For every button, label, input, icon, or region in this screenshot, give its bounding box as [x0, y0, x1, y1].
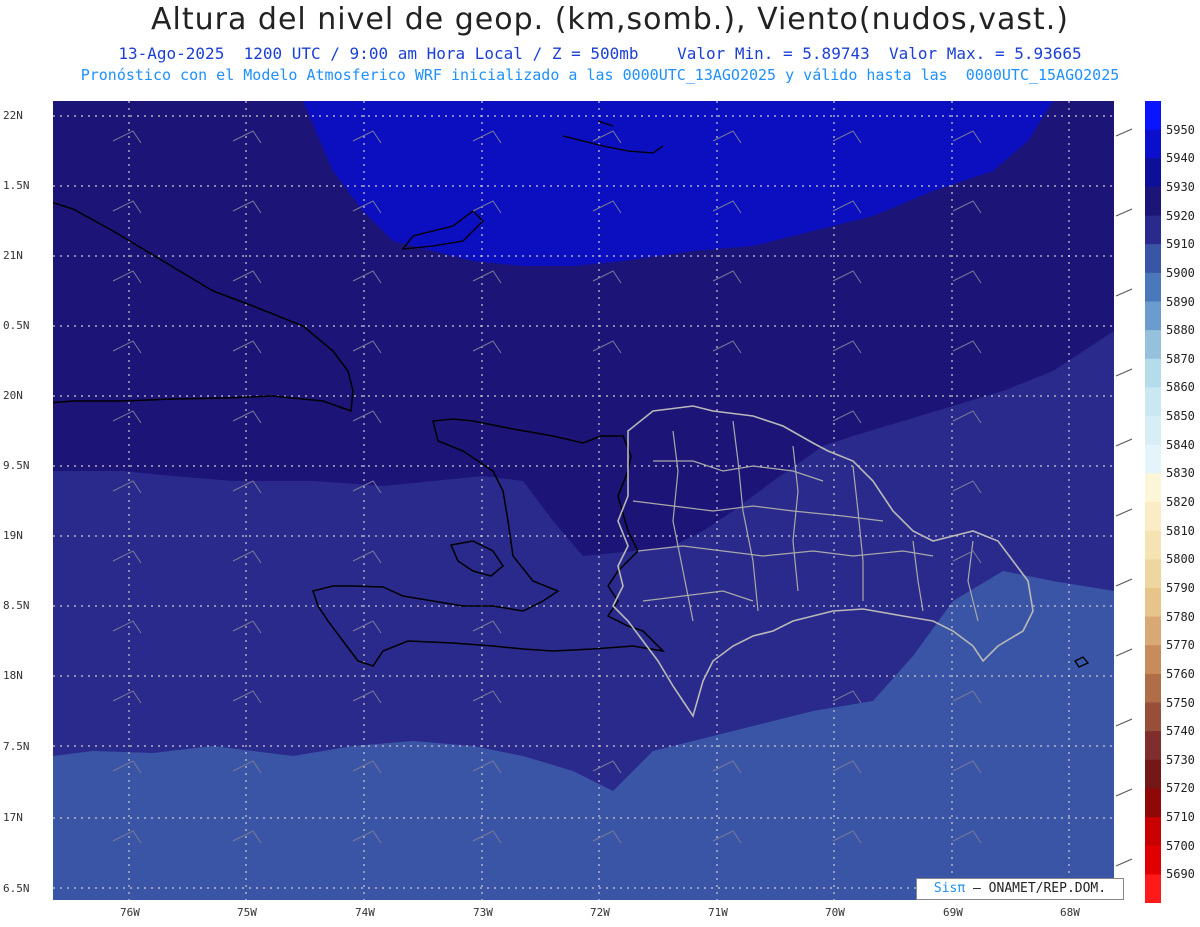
x-tick-label: 68W: [1060, 906, 1080, 919]
map-canvas: [53, 101, 1114, 900]
colorbar-swatch: [1145, 358, 1161, 388]
colorbar-swatch: [1145, 129, 1161, 159]
x-tick-label: 72W: [590, 906, 610, 919]
colorbar-swatch: [1145, 387, 1161, 417]
colorbar-level-label: 5810: [1166, 523, 1195, 538]
x-tick-label: 76W: [120, 906, 140, 919]
y-tick-label: 19N: [3, 529, 23, 542]
colorbar-swatch: [1145, 272, 1161, 302]
colorbar-level-label: 5710: [1166, 810, 1195, 825]
x-tick-label: 69W: [943, 906, 963, 919]
colorbar-level-label: 5870: [1166, 351, 1195, 366]
colorbar-level-label: 5700: [1166, 838, 1195, 853]
y-tick-label: 22N: [3, 109, 23, 122]
colorbar-swatch: [1145, 702, 1161, 732]
colorbar-level-label: 5730: [1166, 752, 1195, 767]
y-tick-label: 8.5N: [3, 599, 30, 612]
colorbar-level-label: 5750: [1166, 695, 1195, 710]
colorbar: [1145, 101, 1161, 903]
colorbar-swatch: [1145, 874, 1161, 903]
x-tick-label: 70W: [825, 906, 845, 919]
credit-text: – ONAMET/REP.DOM.: [973, 881, 1107, 896]
colorbar-swatch: [1145, 416, 1161, 446]
colorbar-swatch: [1145, 788, 1161, 818]
y-tick-label: 6.5N: [3, 882, 30, 895]
colorbar-swatch: [1145, 502, 1161, 532]
map-panel: [53, 101, 1114, 900]
colorbar-level-label: 5910: [1166, 237, 1195, 252]
colorbar-swatch: [1145, 845, 1161, 875]
y-tick-label: 1.5N: [3, 179, 30, 192]
x-tick-label: 74W: [355, 906, 375, 919]
colorbar-level-label: 5840: [1166, 437, 1195, 452]
colorbar-swatch: [1145, 444, 1161, 474]
y-tick-label: 21N: [3, 249, 23, 262]
colorbar-level-label: 5800: [1166, 552, 1195, 567]
y-tick-label: 20N: [3, 389, 23, 402]
colorbar-level-label: 5760: [1166, 666, 1195, 681]
y-tick-label: 7.5N: [3, 740, 30, 753]
colorbar-swatch: [1145, 673, 1161, 703]
colorbar-swatch: [1145, 759, 1161, 789]
map-subtitle-model: Pronóstico con el Modelo Atmosferico WRF…: [80, 66, 1120, 84]
colorbar-level-label: 5740: [1166, 724, 1195, 739]
colorbar-swatch: [1145, 530, 1161, 560]
colorbar-swatch: [1145, 330, 1161, 360]
colorbar-level-label: 5860: [1166, 380, 1195, 395]
colorbar-level-label: 5900: [1166, 265, 1195, 280]
y-tick-label: 9.5N: [3, 459, 30, 472]
colorbar-swatch: [1145, 158, 1161, 188]
colorbar-level-label: 5950: [1166, 122, 1195, 137]
map-title: Altura del nivel de geop. (km,somb.), Vi…: [151, 2, 1069, 37]
credit-logo: Sisπ: [933, 881, 966, 896]
colorbar-level-label: 5850: [1166, 409, 1195, 424]
colorbar-swatch: [1145, 186, 1161, 217]
colorbar-swatch: [1145, 817, 1161, 847]
colorbar-level-label: 5790: [1166, 580, 1195, 595]
colorbar-level-label: 5940: [1166, 151, 1195, 166]
colorbar-level-label: 5880: [1166, 323, 1195, 338]
colorbar-swatch: [1145, 301, 1161, 331]
colorbar-level-label: 5830: [1166, 466, 1195, 481]
colorbar-swatch: [1145, 215, 1161, 245]
x-tick-label: 75W: [237, 906, 257, 919]
y-tick-label: 18N: [3, 669, 23, 682]
x-tick-label: 73W: [473, 906, 493, 919]
colorbar-swatch: [1145, 616, 1161, 646]
colorbar-level-label: 5920: [1166, 208, 1195, 223]
colorbar-swatch: [1145, 244, 1161, 274]
colorbar-level-label: 5770: [1166, 638, 1195, 653]
colorbar-swatch: [1145, 559, 1161, 589]
colorbar-level-label: 5930: [1166, 179, 1195, 194]
colorbar-level-label: 5890: [1166, 294, 1195, 309]
credit-box: Sisπ – ONAMET/REP.DOM.: [916, 878, 1124, 900]
colorbar-swatch: [1145, 101, 1161, 131]
colorbar-level-label: 5690: [1166, 867, 1195, 882]
colorbar-level-label: 5780: [1166, 609, 1195, 624]
colorbar-level-label: 5720: [1166, 781, 1195, 796]
colorbar-swatch: [1145, 645, 1161, 675]
colorbar-swatch: [1145, 731, 1161, 761]
margin-wind-barbs: [1115, 128, 1133, 867]
map-subtitle-date: 13-Ago-2025 1200 UTC / 9:00 am Hora Loca…: [118, 44, 1082, 63]
colorbar-level-label: 5820: [1166, 495, 1195, 509]
colorbar-swatch: [1145, 587, 1161, 618]
y-tick-label: 17N: [3, 811, 23, 824]
y-tick-label: 0.5N: [3, 319, 30, 332]
x-tick-label: 71W: [708, 906, 728, 919]
colorbar-swatch: [1145, 473, 1161, 503]
